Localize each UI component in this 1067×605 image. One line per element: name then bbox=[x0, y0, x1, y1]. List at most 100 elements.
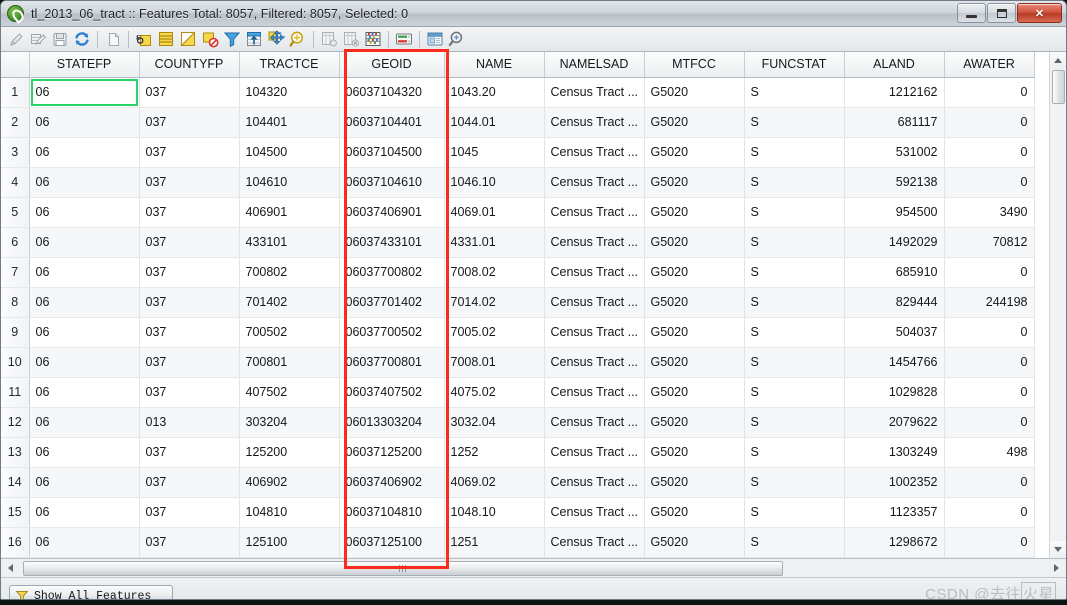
cell-statefp[interactable]: 06 bbox=[29, 107, 140, 138]
column-header-tractce[interactable]: TRACTCE bbox=[239, 52, 340, 78]
cell-name[interactable]: 4069.01 bbox=[444, 197, 545, 228]
reload-table-icon[interactable] bbox=[71, 29, 93, 50]
cell-awater[interactable]: 0 bbox=[944, 317, 1035, 348]
cell-aland[interactable]: 1303249 bbox=[844, 437, 945, 468]
cell-countyfp[interactable]: 037 bbox=[139, 227, 240, 258]
open-field-calculator-icon[interactable] bbox=[362, 29, 384, 50]
cell-funcstat[interactable]: S bbox=[744, 227, 845, 258]
cell-aland[interactable]: 592138 bbox=[844, 167, 945, 198]
cell-geoid[interactable]: 06037433101 bbox=[339, 227, 445, 258]
cell-geoid[interactable]: 06013303204 bbox=[339, 407, 445, 438]
cell-namelsad[interactable]: Census Tract ... bbox=[544, 227, 645, 258]
cell-name[interactable]: 7005.02 bbox=[444, 317, 545, 348]
row-number[interactable]: 1 bbox=[1, 77, 30, 108]
cell-funcstat[interactable]: S bbox=[744, 437, 845, 468]
table-row[interactable]: 7 06 037 700802 06037700802 7008.02 Census Tra… bbox=[1, 257, 1035, 288]
cell-funcstat[interactable]: S bbox=[744, 497, 845, 528]
scroll-down-button[interactable] bbox=[1049, 541, 1066, 558]
cell-geoid[interactable]: 06037104320 bbox=[339, 77, 445, 108]
column-header-countyfp[interactable]: COUNTYFP bbox=[139, 52, 240, 78]
table-row[interactable]: 3 06 037 104500 06037104500 1045 Census Tract … bbox=[1, 137, 1035, 168]
cell-mtfcc[interactable]: G5020 bbox=[644, 497, 745, 528]
cell-funcstat[interactable]: S bbox=[744, 317, 845, 348]
cell-aland[interactable]: 1212162 bbox=[844, 77, 945, 108]
column-header-mtfcc[interactable]: MTFCC bbox=[644, 52, 745, 78]
edit-attributes-icon[interactable] bbox=[27, 29, 49, 50]
table-row[interactable]: 13 06 037 125200 06037125200 1252 Census Tract… bbox=[1, 437, 1035, 468]
cell-countyfp[interactable]: 037 bbox=[139, 137, 240, 168]
cell-awater[interactable]: 0 bbox=[944, 407, 1035, 438]
cell-name[interactable]: 1043.20 bbox=[444, 77, 545, 108]
row-number[interactable]: 9 bbox=[1, 317, 30, 348]
cell-tractce[interactable]: 303204 bbox=[239, 407, 340, 438]
cell-aland[interactable]: 681117 bbox=[844, 107, 945, 138]
cell-awater[interactable]: 0 bbox=[944, 107, 1035, 138]
cell-tractce[interactable]: 125200 bbox=[239, 437, 340, 468]
scroll-right-button[interactable] bbox=[1047, 560, 1066, 577]
cell-tractce[interactable]: 406901 bbox=[239, 197, 340, 228]
cell-countyfp[interactable]: 037 bbox=[139, 347, 240, 378]
cell-namelsad[interactable]: Census Tract ... bbox=[544, 287, 645, 318]
row-number[interactable]: 10 bbox=[1, 347, 30, 378]
cell-tractce[interactable]: 700502 bbox=[239, 317, 340, 348]
cell-name[interactable]: 7008.01 bbox=[444, 347, 545, 378]
column-header-funcstat[interactable]: FUNCSTAT bbox=[744, 52, 845, 78]
chevron-down-icon[interactable] bbox=[158, 598, 167, 599]
row-number[interactable]: 14 bbox=[1, 467, 30, 498]
invert-selection-icon[interactable] bbox=[177, 29, 199, 50]
cell-mtfcc[interactable]: G5020 bbox=[644, 77, 745, 108]
cell-mtfcc[interactable]: G5020 bbox=[644, 107, 745, 138]
cell-aland[interactable]: 685910 bbox=[844, 257, 945, 288]
cell-tractce[interactable]: 104500 bbox=[239, 137, 340, 168]
table-row[interactable]: 8 06 037 701402 06037701402 7014.02 Census Tra… bbox=[1, 287, 1035, 318]
cell-statefp[interactable]: 06 bbox=[29, 287, 140, 318]
horizontal-scroll-thumb[interactable] bbox=[23, 561, 783, 576]
close-button[interactable]: ✕ bbox=[1017, 3, 1062, 23]
vertical-scrollbar[interactable] bbox=[1049, 52, 1066, 558]
cell-countyfp[interactable]: 037 bbox=[139, 437, 240, 468]
column-header-geoid[interactable]: GEOID bbox=[339, 52, 445, 78]
cell-countyfp[interactable]: 037 bbox=[139, 197, 240, 228]
cell-tractce[interactable]: 433101 bbox=[239, 227, 340, 258]
cell-mtfcc[interactable]: G5020 bbox=[644, 227, 745, 258]
horizontal-scrollbar[interactable] bbox=[1, 559, 1066, 578]
table-row[interactable]: 16 06 037 125100 06037125100 1251 Census Tract… bbox=[1, 527, 1035, 558]
cell-mtfcc[interactable]: G5020 bbox=[644, 317, 745, 348]
scroll-left-button[interactable] bbox=[1, 560, 20, 577]
cell-mtfcc[interactable]: G5020 bbox=[644, 257, 745, 288]
cell-geoid[interactable]: 06037406902 bbox=[339, 467, 445, 498]
cell-awater[interactable]: 0 bbox=[944, 347, 1035, 378]
cell-name[interactable]: 7008.02 bbox=[444, 257, 545, 288]
cell-tractce[interactable]: 104320 bbox=[239, 77, 340, 108]
cell-funcstat[interactable]: S bbox=[744, 347, 845, 378]
cell-mtfcc[interactable]: G5020 bbox=[644, 407, 745, 438]
cell-countyfp[interactable]: 037 bbox=[139, 497, 240, 528]
vertical-scroll-thumb[interactable] bbox=[1052, 70, 1065, 104]
minimize-button[interactable] bbox=[957, 3, 986, 23]
table-row[interactable]: 12 06 013 303204 06013303204 3032.04 Census Tr… bbox=[1, 407, 1035, 438]
cell-aland[interactable]: 531002 bbox=[844, 137, 945, 168]
cell-geoid[interactable]: 06037700502 bbox=[339, 317, 445, 348]
attribute-grid[interactable]: STATEFP COUNTYFP TRACTCE GEOID NAME NAME… bbox=[1, 52, 1049, 558]
table-row[interactable]: 9 06 037 700502 06037700502 7005.02 Census Tra… bbox=[1, 317, 1035, 348]
cell-aland[interactable]: 504037 bbox=[844, 317, 945, 348]
cell-statefp[interactable]: 06 bbox=[29, 497, 140, 528]
table-row[interactable]: 5 06 037 406901 06037406901 4069.01 Census Tra… bbox=[1, 197, 1035, 228]
cell-statefp[interactable]: 06 bbox=[29, 317, 140, 348]
new-column-icon[interactable] bbox=[318, 29, 340, 50]
cell-mtfcc[interactable]: G5020 bbox=[644, 437, 745, 468]
cell-countyfp[interactable]: 037 bbox=[139, 107, 240, 138]
row-number[interactable]: 16 bbox=[1, 527, 30, 558]
cell-tractce[interactable]: 700802 bbox=[239, 257, 340, 288]
cell-name[interactable]: 1046.10 bbox=[444, 167, 545, 198]
table-row[interactable]: 1 06 037 104320 06037104320 1043.20 Census Tra… bbox=[1, 77, 1035, 108]
cell-mtfcc[interactable]: G5020 bbox=[644, 467, 745, 498]
table-row[interactable]: 10 06 037 700801 06037700801 7008.01 Census Tr… bbox=[1, 347, 1035, 378]
maximize-button[interactable] bbox=[987, 3, 1016, 23]
cell-awater[interactable]: 244198 bbox=[944, 287, 1035, 318]
cell-awater[interactable]: 0 bbox=[944, 77, 1035, 108]
row-number[interactable]: 11 bbox=[1, 377, 30, 408]
conditional-formatting-icon[interactable] bbox=[393, 29, 415, 50]
table-row[interactable]: 2 06 037 104401 06037104401 1044.01 Census Tra… bbox=[1, 107, 1035, 138]
row-number[interactable]: 6 bbox=[1, 227, 30, 258]
